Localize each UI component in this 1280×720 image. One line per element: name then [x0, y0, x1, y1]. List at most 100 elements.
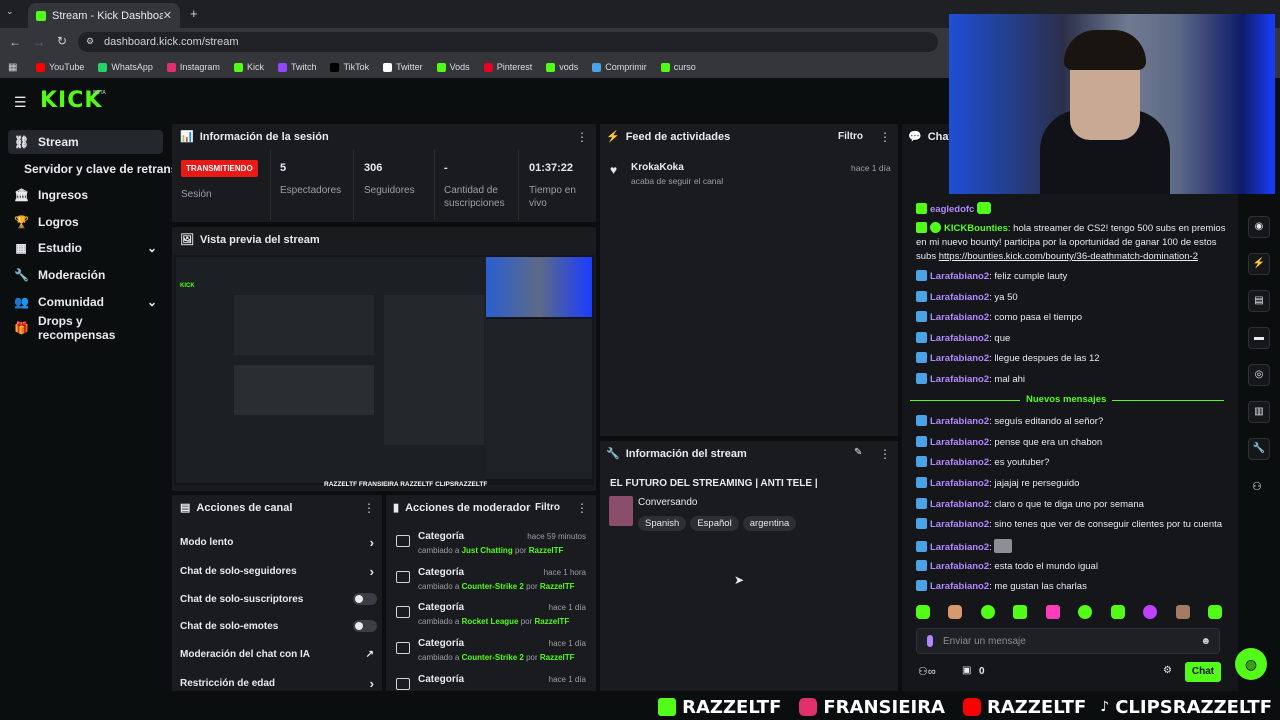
menu-icon[interactable]: ☰: [14, 94, 27, 111]
chat-username[interactable]: Larafabiano2: [930, 333, 989, 344]
chat-username[interactable]: Larafabiano2: [930, 581, 989, 592]
emote-icon[interactable]: [948, 605, 963, 619]
rail-lightning-icon[interactable]: ⚡: [1248, 253, 1270, 275]
new-tab-icon[interactable]: +: [190, 6, 198, 21]
sidebar-item-drops[interactable]: 🎁 Drops y recompensas: [8, 314, 163, 342]
mod-actions-menu-icon[interactable]: ⋮: [576, 501, 588, 515]
emote-icon[interactable]: [1207, 605, 1222, 619]
mod-log-user[interactable]: RazzelTF: [540, 582, 575, 591]
url-input[interactable]: dashboard.kick.com/stream: [78, 32, 938, 52]
chat-username[interactable]: Larafabiano2: [930, 457, 989, 468]
activity-filter-button[interactable]: Filtro: [838, 131, 863, 142]
rail-camera-icon[interactable]: ◉: [1248, 216, 1270, 238]
chat-username[interactable]: Larafabiano2: [930, 561, 989, 572]
tab-search-icon[interactable]: ⌄: [6, 6, 14, 17]
chat-username[interactable]: Larafabiano2: [930, 437, 989, 448]
subscribers-only-toggle[interactable]: [353, 593, 377, 605]
chat-username[interactable]: Larafabiano2: [930, 519, 989, 530]
bookmark-item[interactable]: YouTube: [36, 62, 84, 72]
sidebar-item-ingresos[interactable]: 🏛 Ingresos: [8, 183, 163, 207]
chat-username[interactable]: Larafabiano2: [930, 542, 989, 553]
chat-username[interactable]: Larafabiano2: [930, 312, 989, 323]
mod-log-user[interactable]: RazzelTF: [540, 653, 575, 662]
gift-box-icon[interactable]: ▣: [962, 665, 971, 676]
chat-username[interactable]: Larafabiano2: [930, 271, 989, 282]
rail-wrench-icon[interactable]: 🔧: [1248, 438, 1270, 460]
forward-icon[interactable]: →: [33, 35, 45, 49]
age-restriction-row[interactable]: Restricción de edad ›: [180, 673, 380, 693]
browser-tab[interactable]: Stream - Kick Dashboard ✕: [28, 3, 180, 28]
tag[interactable]: Español: [690, 516, 739, 531]
rail-document-icon[interactable]: ▤: [1248, 290, 1270, 312]
support-chat-icon[interactable]: ◍: [1235, 648, 1267, 680]
bookmark-item[interactable]: Twitch: [277, 62, 316, 72]
chat-username[interactable]: Larafabiano2: [930, 416, 989, 427]
chat-username[interactable]: Larafabiano2: [930, 292, 989, 303]
bookmark-item[interactable]: Instagram: [166, 62, 220, 72]
bookmark-item[interactable]: WhatsApp: [98, 62, 153, 72]
mod-log-user[interactable]: RazzelTF: [535, 617, 570, 626]
apps-grid-icon[interactable]: ▦: [8, 62, 17, 73]
mod-log-category[interactable]: Rocket League: [462, 617, 519, 626]
mod-log-category[interactable]: Counter-Strike 2: [462, 582, 524, 591]
chat-username[interactable]: Larafabiano2: [930, 499, 989, 510]
edit-icon[interactable]: ✎: [854, 447, 862, 458]
bookmark-item[interactable]: Twitter: [383, 62, 423, 72]
emote-icon[interactable]: [1110, 605, 1125, 619]
sidebar-item-logros[interactable]: 🏆 Logros: [8, 210, 163, 234]
send-chat-button[interactable]: Chat: [1185, 662, 1221, 682]
sidebar-item-moderacion[interactable]: 🔧 Moderación: [8, 263, 163, 287]
site-info-icon[interactable]: ⚙: [86, 36, 94, 47]
emotes-only-toggle[interactable]: [353, 620, 377, 632]
mod-log-category[interactable]: Counter-Strike 2: [462, 653, 524, 662]
bookmark-item[interactable]: Vods: [436, 62, 470, 72]
bookmark-item[interactable]: vods: [546, 62, 578, 72]
tab-close-icon[interactable]: ✕: [163, 9, 172, 22]
reload-icon[interactable]: ↻: [57, 34, 67, 48]
microphone-icon[interactable]: [927, 635, 933, 647]
ai-moderation-row[interactable]: Moderación del chat con IA ↗: [180, 644, 380, 664]
tag[interactable]: argentina: [742, 516, 797, 531]
bookmark-item[interactable]: TikTok: [330, 62, 369, 72]
followers-only-row[interactable]: Chat de solo-seguidores ›: [180, 561, 380, 581]
chat-username[interactable]: Larafabiano2: [930, 353, 989, 364]
channel-actions-menu-icon[interactable]: ⋮: [363, 501, 375, 515]
settings-icon[interactable]: ⚙: [1163, 665, 1172, 676]
mod-log-category[interactable]: Just Chatting: [462, 546, 513, 555]
slow-mode-row[interactable]: Modo lento ›: [180, 532, 380, 552]
sidebar-item-server-key[interactable]: Servidor y clave de retransm: [8, 157, 188, 181]
emote-icon[interactable]: [1078, 605, 1093, 619]
chat-input[interactable]: Enviar un mensaje ☻: [916, 628, 1220, 654]
emote-icon[interactable]: [1045, 605, 1060, 619]
sidebar-item-estudio[interactable]: ▦ Estudio ⌄: [8, 236, 163, 260]
emote-icon[interactable]: [1013, 605, 1028, 619]
mod-log-user[interactable]: RazzelTF: [529, 546, 564, 555]
chat-username[interactable]: KICKBounties: [944, 223, 1008, 234]
rail-chat-icon[interactable]: ▬: [1248, 327, 1270, 349]
infinity-icon[interactable]: ⚇∞: [918, 665, 936, 678]
rail-users-icon[interactable]: ⚇: [1252, 480, 1262, 493]
emoji-icon[interactable]: ☻: [1200, 636, 1211, 647]
emote-icon[interactable]: [980, 605, 995, 619]
bookmark-item[interactable]: Kick: [233, 62, 264, 72]
emote-icon[interactable]: [916, 605, 930, 619]
sidebar-item-stream[interactable]: ⛓ Stream: [8, 130, 163, 154]
chat-link[interactable]: https://bounties.kick.com/bounty/36-deat…: [939, 251, 1198, 262]
emote-icon[interactable]: [1175, 605, 1190, 619]
bookmark-item[interactable]: Pinterest: [483, 62, 532, 72]
bookmark-item[interactable]: curso: [660, 62, 696, 72]
rail-layout-icon[interactable]: ▥: [1248, 401, 1270, 423]
chat-username[interactable]: eagledofc: [930, 204, 974, 215]
session-menu-icon[interactable]: ⋮: [576, 130, 588, 144]
chat-username[interactable]: Larafabiano2: [930, 374, 989, 385]
chat-username[interactable]: Larafabiano2: [930, 478, 989, 489]
mod-filter-button[interactable]: Filtro: [535, 502, 560, 513]
stream-preview-image[interactable]: KICK RAZZELTF FRANSIEIRA RAZZELTF CLIPSR…: [174, 255, 594, 488]
tag[interactable]: Spanish: [638, 516, 687, 531]
activity-user[interactable]: KrokaKoka: [631, 162, 684, 173]
emote-icon[interactable]: [1143, 605, 1158, 619]
sidebar-item-comunidad[interactable]: 👥 Comunidad ⌄: [8, 290, 163, 314]
stream-info-menu-icon[interactable]: ⋮: [879, 447, 891, 461]
back-icon[interactable]: ←: [9, 35, 21, 49]
rail-broadcast-icon[interactable]: ◎: [1248, 364, 1270, 386]
